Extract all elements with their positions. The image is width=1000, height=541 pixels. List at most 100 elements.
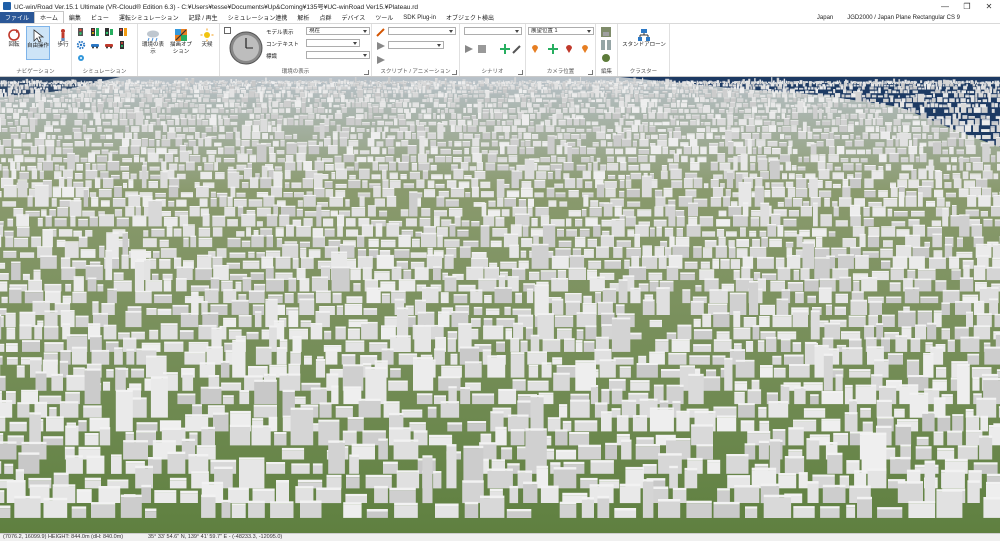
network-icon <box>638 29 650 41</box>
tab-sim-link[interactable]: シミュレーション連携 <box>223 12 293 23</box>
tab-object-detect[interactable]: オブジェクト検出 <box>441 12 499 23</box>
group-environment-buttons: 環境の表示 描画オプション 天候 <box>138 24 220 76</box>
car-icon[interactable] <box>90 40 100 50</box>
group-label-cluster: クラスター <box>629 69 658 75</box>
launcher-environment[interactable] <box>364 70 369 75</box>
walk-icon <box>61 29 65 41</box>
env-display-label: 環境の表示 <box>141 42 164 55</box>
group-camera-position: 展望位置 1 カメラ位置 <box>526 24 596 76</box>
window-controls: — ❐ ✕ <box>934 0 1000 12</box>
cursor-icon <box>33 29 45 43</box>
play-icon[interactable] <box>376 41 386 51</box>
sign-combo[interactable] <box>306 51 370 59</box>
app-icon <box>3 2 11 10</box>
signal-small-icon[interactable] <box>118 40 128 50</box>
tab-driving-sim[interactable]: 運転シミュレーション <box>114 12 184 23</box>
edit-icon[interactable] <box>512 44 522 54</box>
signal-green-icon[interactable] <box>104 27 114 37</box>
coord-system-label: JGD2000 / Japan Plane Rectangular CS 9 <box>847 14 960 21</box>
locale-label: Japan <box>816 14 834 21</box>
camera-position-combo[interactable]: 展望位置 1 <box>528 27 594 35</box>
group-scenario: シナリオ <box>460 24 526 76</box>
city-scene <box>0 77 1000 533</box>
status-coords: (7076.2, 16099.9) HEIGHT: 844.0m (dH: 84… <box>3 534 124 540</box>
ribbon: 回転 自由操作 歩行 ナビゲーション シミュレーション 環境の表示 描画オプショ… <box>0 24 1000 77</box>
launcher-script[interactable] <box>452 70 457 75</box>
scene-icon[interactable] <box>601 53 611 63</box>
sign-label: 標識 <box>266 54 278 60</box>
group-environment: モデル表示 現在 コンテキスト 標識 環境の表示 <box>220 24 372 76</box>
pin-red-icon[interactable] <box>564 44 574 54</box>
group-label-scenario: シナリオ <box>481 69 504 75</box>
free-operation-button[interactable]: 自由操作 <box>26 26 50 60</box>
launcher-camera[interactable] <box>588 70 593 75</box>
road-icon[interactable] <box>601 40 611 50</box>
script-combo[interactable] <box>388 27 456 35</box>
group-label-camera: カメラ位置 <box>546 69 575 75</box>
env-display-button[interactable]: 環境の表示 <box>140 26 166 60</box>
standalone-label: スタンドアローン <box>622 42 666 48</box>
gear-icon[interactable] <box>76 40 86 50</box>
close-button[interactable]: ✕ <box>978 0 1000 12</box>
add-camera-icon[interactable] <box>548 44 558 54</box>
group-simulation: シミュレーション <box>72 24 138 76</box>
stop-icon[interactable] <box>477 44 487 54</box>
tab-home[interactable]: ホーム <box>34 11 64 23</box>
tab-analysis[interactable]: 解析 <box>292 12 314 23</box>
weather-button[interactable]: 天候 <box>196 26 218 60</box>
draw-option-label: 描画オプション <box>169 42 192 55</box>
location-pin-icon[interactable] <box>530 44 540 54</box>
draw-option-button[interactable]: 描画オプション <box>168 26 194 60</box>
maximize-button[interactable]: ❐ <box>956 0 978 12</box>
group-label-script: スクリプト / アニメーション <box>380 69 451 75</box>
standalone-button[interactable]: スタンドアローン <box>622 26 666 60</box>
add-icon[interactable] <box>500 44 510 54</box>
window-title: UC-win/Road Ver.15.1 Ultimate (VR-Cloud®… <box>14 4 419 11</box>
signal-icon[interactable] <box>90 27 100 37</box>
ribbon-tab-bar: ファイル ホーム 編集 ビュー 運転シミュレーション 記録 / 再生 シミュレー… <box>0 11 1000 24</box>
pencil-icon[interactable] <box>376 27 386 37</box>
play-scenario-icon[interactable] <box>464 44 474 54</box>
weather-label: 天候 <box>201 42 213 48</box>
tab-record-play[interactable]: 記録 / 再生 <box>184 12 223 23</box>
3d-viewport[interactable] <box>0 77 1000 533</box>
play-small-icon[interactable] <box>376 55 386 65</box>
model-display-label: モデル表示 <box>266 30 294 36</box>
car-red-icon[interactable] <box>104 40 114 50</box>
context-combo[interactable] <box>306 39 360 47</box>
launcher-scenario[interactable] <box>518 70 523 75</box>
palette-icon <box>175 29 187 41</box>
group-edit: 編集 <box>596 24 618 76</box>
pin-orange-icon[interactable] <box>580 44 590 54</box>
group-navigation: 回転 自由操作 歩行 ナビゲーション <box>0 24 72 76</box>
terrain-icon[interactable] <box>601 27 611 37</box>
group-cluster: スタンドアローン クラスター <box>618 24 670 76</box>
rotate-label: 回転 <box>8 42 20 48</box>
title-bar: UC-win/Road Ver.15.1 Ultimate (VR-Cloud®… <box>0 0 1000 12</box>
group-label-environment: 環境の表示 <box>281 69 310 75</box>
blue-gear-icon[interactable] <box>76 53 86 63</box>
free-operation-label: 自由操作 <box>27 43 50 49</box>
group-script-animation: スクリプト / アニメーション <box>372 24 460 76</box>
tab-point-cloud[interactable]: 点群 <box>314 12 336 23</box>
animation-combo[interactable] <box>388 41 444 49</box>
tab-edit[interactable]: 編集 <box>64 12 86 23</box>
group-label-simulation: シミュレーション <box>82 69 127 75</box>
tab-sdk-plugin[interactable]: SDK Plug-in <box>398 12 441 23</box>
status-bar: (7076.2, 16099.9) HEIGHT: 844.0m (dH: 84… <box>0 533 1000 541</box>
group-label-edit: 編集 <box>600 69 612 75</box>
cloud-icon <box>147 30 159 42</box>
sun-icon <box>200 28 214 42</box>
scenario-combo[interactable] <box>464 27 522 35</box>
tab-view[interactable]: ビュー <box>86 12 114 23</box>
walk-label: 歩行 <box>57 42 69 48</box>
signal-red-icon[interactable] <box>118 27 128 37</box>
clock-icon[interactable] <box>228 30 264 66</box>
minimize-button[interactable]: — <box>934 0 956 12</box>
model-display-combo[interactable]: 現在 <box>306 27 370 35</box>
tab-device[interactable]: デバイス <box>336 12 370 23</box>
traffic-icon[interactable] <box>76 27 86 37</box>
tab-file[interactable]: ファイル <box>0 12 35 23</box>
rotate-button[interactable]: 回転 <box>2 26 26 60</box>
tab-tool[interactable]: ツール <box>370 12 398 23</box>
